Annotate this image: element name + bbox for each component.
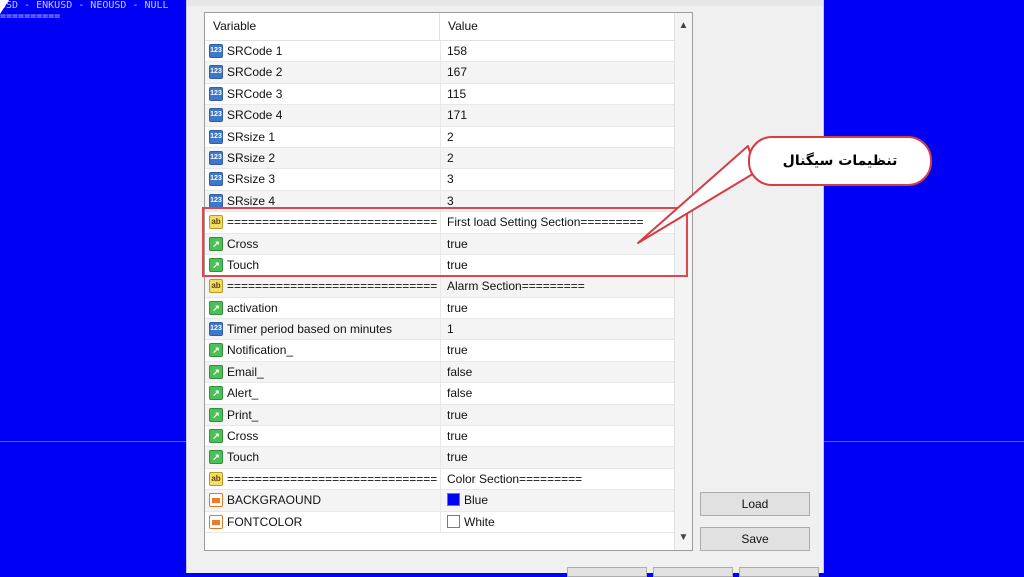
- callout-pointer: [637, 145, 757, 244]
- callout-bubble: تنظیمات سیگنال: [748, 136, 932, 186]
